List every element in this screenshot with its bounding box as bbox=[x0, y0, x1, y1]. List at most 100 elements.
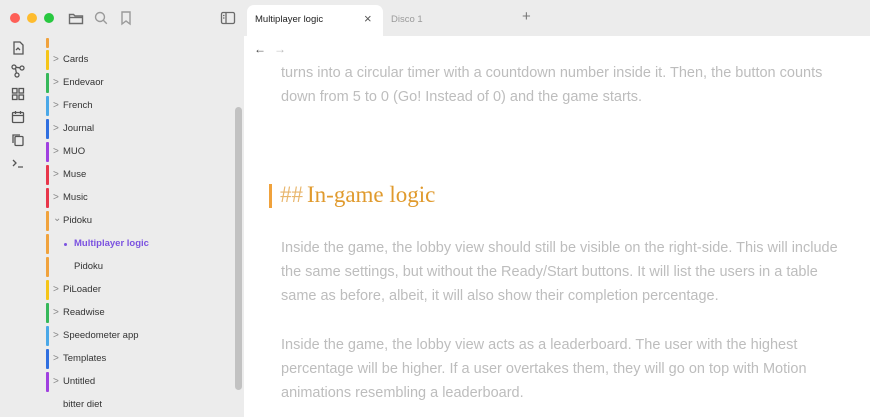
heading-text: In-game logic bbox=[307, 182, 436, 207]
forward-arrow-icon[interactable]: → bbox=[274, 42, 286, 56]
tree-item-partial bbox=[46, 38, 226, 48]
chevron-right-icon: > bbox=[53, 376, 59, 387]
minimize-window-button[interactable] bbox=[27, 13, 37, 23]
editor-pane[interactable]: ← → turns into a circular timer with a c… bbox=[244, 36, 870, 417]
tree-item-label: Multiplayer logic bbox=[74, 238, 149, 249]
chevron-right-icon: > bbox=[53, 307, 59, 318]
tree-item-speedometer-app[interactable]: > Speedometer app bbox=[46, 326, 226, 346]
folder-color-bar bbox=[46, 257, 49, 277]
tree-item-piloader[interactable]: > PiLoader bbox=[46, 280, 226, 300]
tree-item-muse[interactable]: > Muse bbox=[46, 165, 226, 185]
tree-item-music[interactable]: > Music bbox=[46, 188, 226, 208]
tree-item-journal[interactable]: > Journal bbox=[46, 119, 226, 139]
tree-item-label: Readwise bbox=[63, 307, 105, 318]
chevron-right-icon: > bbox=[53, 77, 59, 88]
back-arrow-icon[interactable]: ← bbox=[254, 42, 266, 56]
section-heading[interactable]: ## In-game logic bbox=[280, 182, 435, 208]
tree-item-label: Endevaor bbox=[63, 77, 104, 88]
folder-color-bar bbox=[46, 326, 49, 346]
intro-line: turns into a circular timer with a count… bbox=[281, 65, 823, 81]
sidebar-toggle-icon[interactable] bbox=[219, 9, 237, 27]
search-icon[interactable] bbox=[92, 9, 110, 27]
chevron-right-icon: > bbox=[53, 146, 59, 157]
tab-disco-1[interactable]: Disco 1 bbox=[385, 5, 495, 36]
tree-item-readwise[interactable]: > Readwise bbox=[46, 303, 226, 323]
chevron-right-icon: > bbox=[53, 54, 59, 65]
folder-color-bar bbox=[46, 303, 49, 323]
folder-color-bar bbox=[46, 372, 49, 392]
open-note-icon[interactable] bbox=[10, 40, 26, 56]
tree-item-pidoku-note[interactable]: Pidoku bbox=[46, 257, 226, 277]
heading-hash: ## bbox=[280, 182, 303, 207]
folder-color-bar bbox=[46, 119, 49, 139]
paragraph-line: the same settings, but without the Ready… bbox=[281, 264, 818, 280]
tree-item-label: Muse bbox=[63, 169, 87, 180]
tree-item-label: MUO bbox=[63, 146, 86, 157]
paragraph-line: Inside the game, the lobby view should s… bbox=[281, 240, 838, 256]
terminal-icon[interactable] bbox=[10, 155, 26, 171]
paragraph-line: same as before, albeit, it will also sho… bbox=[281, 288, 719, 304]
chevron-right-icon: > bbox=[53, 192, 59, 203]
close-window-button[interactable] bbox=[10, 13, 20, 23]
tree-item-label: PiLoader bbox=[63, 284, 102, 295]
chevron-right-icon: > bbox=[53, 123, 59, 134]
graph-icon[interactable] bbox=[10, 63, 26, 79]
tree-item-label: Cards bbox=[63, 54, 89, 65]
tree-item-label: bitter diet bbox=[63, 399, 103, 410]
bookmark-icon[interactable] bbox=[117, 9, 135, 27]
tab-multiplayer-logic[interactable]: Multiplayer logic × bbox=[247, 5, 383, 36]
tree-item-bitter-diet[interactable]: bitter diet bbox=[46, 395, 226, 415]
tree-item-label: Pidoku bbox=[74, 261, 104, 272]
folder-color-bar bbox=[46, 73, 49, 93]
tree-item-untitled[interactable]: > Untitled bbox=[46, 372, 226, 392]
tree-item-label: Journal bbox=[63, 123, 95, 134]
tree-item-muo[interactable]: > MUO bbox=[46, 142, 226, 162]
tree-item-french[interactable]: > French bbox=[46, 96, 226, 116]
new-tab-button[interactable]: + bbox=[522, 9, 531, 25]
folder-color-bar bbox=[46, 234, 49, 254]
tree-item-label: Untitled bbox=[63, 376, 96, 387]
tab-close-button[interactable]: × bbox=[364, 12, 372, 26]
folder-color-bar bbox=[46, 96, 49, 116]
title-bar: Multiplayer logic × Disco 1 + bbox=[0, 0, 870, 36]
copy-icon[interactable] bbox=[10, 132, 26, 148]
chevron-right-icon: > bbox=[53, 353, 59, 364]
tree-item-templates[interactable]: > Templates bbox=[46, 349, 226, 369]
intro-line: down from 5 to 0 (Go! Instead of 0) and … bbox=[281, 89, 643, 105]
chevron-down-icon: ⌄ bbox=[53, 213, 62, 224]
folder-icon[interactable] bbox=[67, 9, 85, 27]
tree-item-pidoku-folder[interactable]: ⌄ Pidoku bbox=[46, 211, 226, 231]
file-explorer: > Cards > Endevaor > French > Journal > … bbox=[36, 36, 244, 417]
chevron-right-icon: > bbox=[53, 330, 59, 341]
tree-item-label: French bbox=[63, 100, 93, 111]
tab-label: Disco 1 bbox=[391, 14, 423, 25]
tree-item-label: Speedometer app bbox=[63, 330, 139, 341]
tree-item-label: Music bbox=[63, 192, 88, 203]
chevron-right-icon: > bbox=[53, 169, 59, 180]
tab-label: Multiplayer logic bbox=[255, 14, 324, 25]
calendar-icon[interactable] bbox=[10, 109, 26, 125]
tree-item-multiplayer-logic[interactable]: Multiplayer logic bbox=[46, 234, 226, 254]
folder-color-bar bbox=[46, 142, 49, 162]
sidebar-scrollbar[interactable] bbox=[235, 107, 242, 390]
tree-item-label: Pidoku bbox=[63, 215, 93, 226]
folder-color-bar bbox=[46, 188, 49, 208]
folder-color-bar bbox=[46, 165, 49, 185]
tree-item-cards[interactable]: > Cards bbox=[46, 50, 226, 70]
folder-color-bar bbox=[46, 50, 49, 70]
ribbon bbox=[0, 36, 36, 417]
paragraph-line: animations resembling a leaderboard. bbox=[281, 385, 524, 401]
active-file-dot-icon bbox=[64, 243, 67, 246]
chevron-right-icon: > bbox=[53, 284, 59, 295]
folder-color-bar bbox=[46, 280, 49, 300]
folder-color-bar bbox=[46, 38, 49, 48]
tree-item-endevaor[interactable]: > Endevaor bbox=[46, 73, 226, 93]
heading-cursor-bar bbox=[269, 184, 272, 208]
zoom-window-button[interactable] bbox=[44, 13, 54, 23]
tree-item-label: Templates bbox=[63, 353, 107, 364]
paragraph-line: Inside the game, the lobby view acts as … bbox=[281, 337, 798, 353]
chevron-right-icon: > bbox=[53, 100, 59, 111]
canvas-icon[interactable] bbox=[10, 86, 26, 102]
folder-color-bar bbox=[46, 349, 49, 369]
paragraph-line: percentage will be higher. If a user ove… bbox=[281, 361, 807, 377]
